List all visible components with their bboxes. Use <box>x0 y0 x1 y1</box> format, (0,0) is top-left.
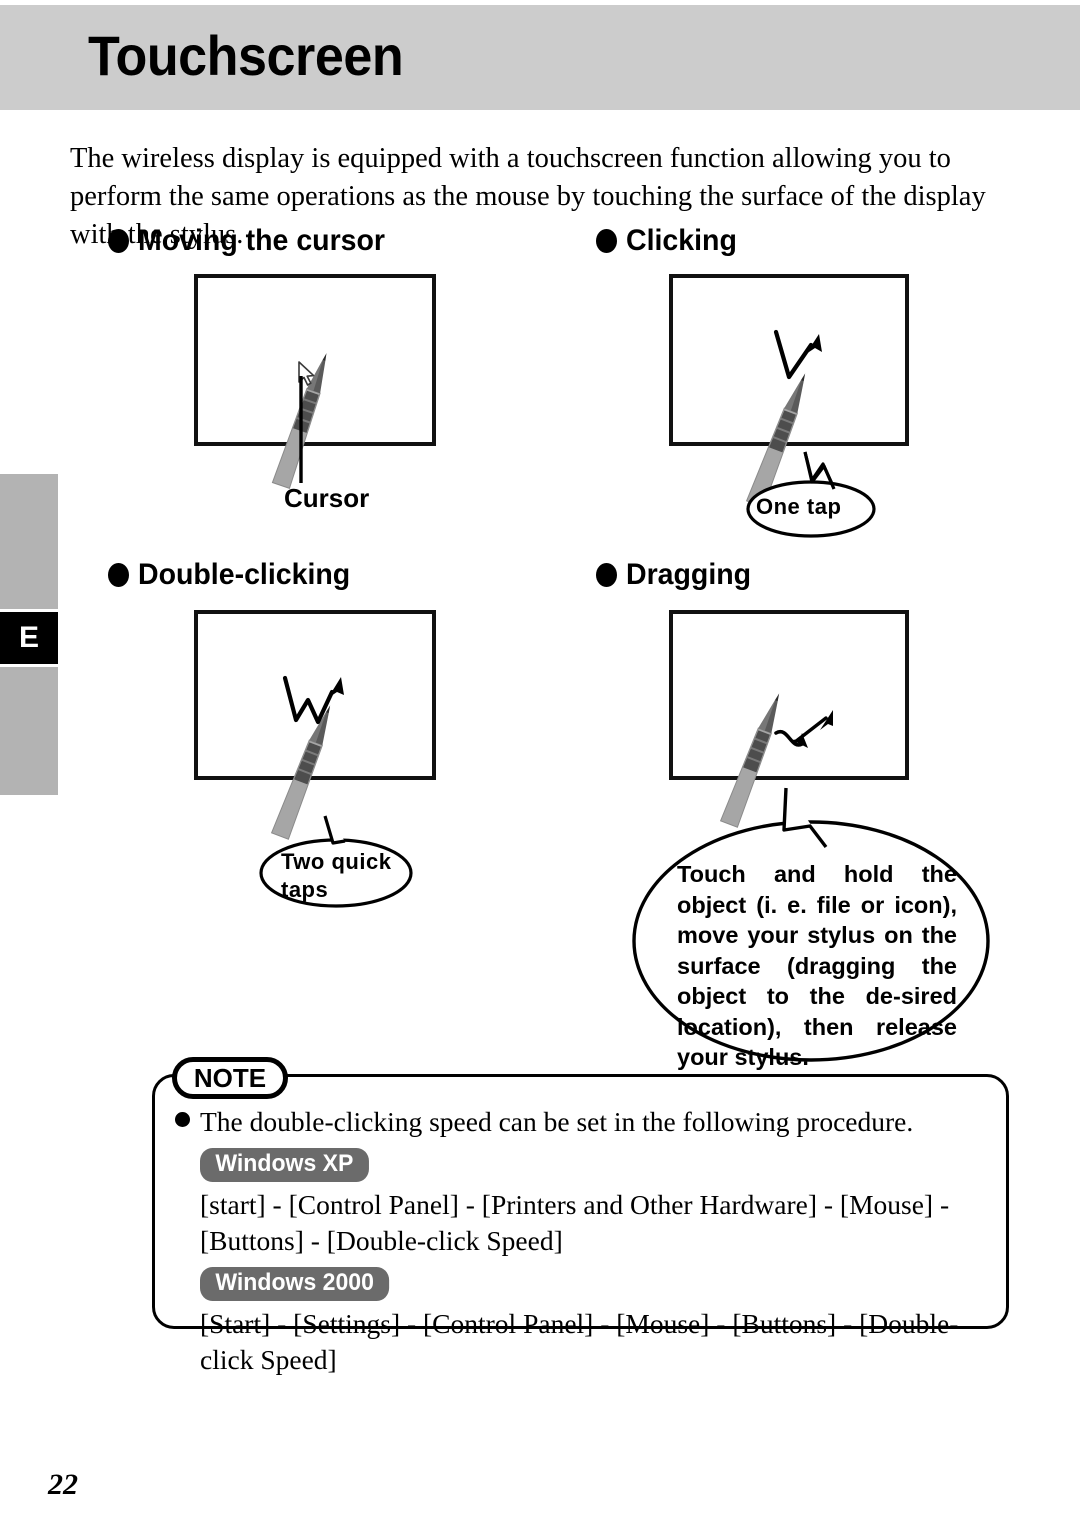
balloon-label-dragging: Touch and hold the object (i. e. file or… <box>677 861 957 1071</box>
page-number: 22 <box>48 1468 78 1501</box>
caption-cursor: Cursor <box>284 483 370 513</box>
balloon-label-one-tap: One tap <box>756 494 842 519</box>
os-path-windows-xp: [start] - [Control Panel] - [Printers an… <box>200 1188 950 1257</box>
note-bullet-text: The double-clicking speed can be set in … <box>200 1106 914 1137</box>
stylus-icon <box>720 689 789 828</box>
note-tag-label: NOTE <box>172 1057 288 1099</box>
one-tap-stroke <box>773 329 814 380</box>
os-path-windows-2000: [Start] - [Settings] - [Control Panel] -… <box>200 1307 959 1376</box>
os-badge-windows-2000: Windows 2000 <box>200 1266 390 1301</box>
os-badge-windows-xp: Windows XP <box>200 1147 369 1182</box>
art-moving-the-cursor <box>271 349 336 489</box>
one-tap-arrowhead <box>806 334 822 354</box>
stylus-icon <box>271 701 340 840</box>
note-bullet-icon <box>175 1112 190 1127</box>
two-taps-arrowhead <box>328 677 344 698</box>
balloon-label-two-quick-taps: Two quick taps <box>281 849 392 903</box>
drag-arrow-line <box>793 716 828 744</box>
note-body: The double-clicking speed can be set in … <box>200 1104 1000 1379</box>
